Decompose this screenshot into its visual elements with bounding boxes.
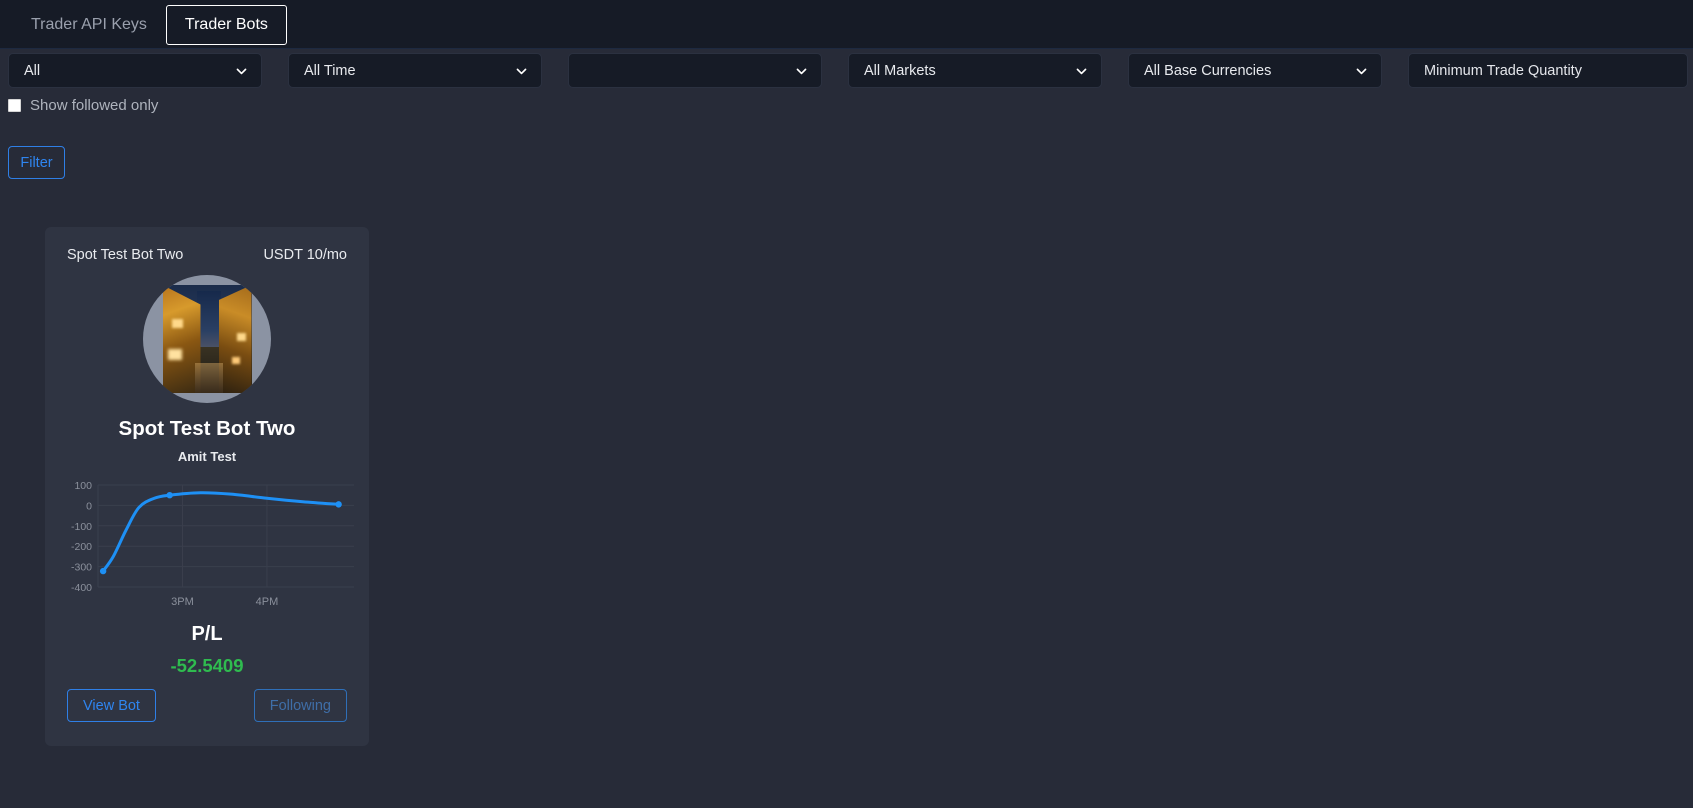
svg-text:-300: -300 (71, 562, 92, 574)
tab-label: Trader Bots (184, 16, 268, 33)
view-bot-button[interactable]: View Bot (67, 689, 156, 722)
svg-text:3PM: 3PM (171, 596, 194, 608)
svg-text:-200: -200 (71, 541, 92, 553)
chevron-down-icon (1075, 64, 1088, 77)
show-followed-only-label: Show followed only (30, 97, 159, 114)
pl-value: -52.5409 (170, 655, 244, 676)
filter-button[interactable]: Filter (8, 146, 65, 179)
svg-text:-400: -400 (71, 582, 92, 594)
time-range-select[interactable]: All Time (288, 53, 542, 88)
avatar-light-glow (236, 333, 246, 341)
type-select[interactable]: All (8, 53, 262, 88)
bot-card-price: USDT 10/mo (263, 247, 347, 263)
tab-trader-bots[interactable]: Trader Bots (165, 5, 287, 45)
show-followed-only-checkbox[interactable] (8, 99, 21, 112)
svg-text:0: 0 (86, 500, 92, 512)
avatar (143, 275, 271, 403)
chevron-down-icon (235, 64, 248, 77)
page-root: Trader API Keys Trader Bots All All Time (0, 0, 1693, 808)
show-followed-only-row[interactable]: Show followed only (8, 97, 158, 114)
type-select-value: All (24, 62, 41, 79)
bot-name: Spot Test Bot Two (118, 417, 296, 440)
chevron-down-icon (1355, 64, 1368, 77)
avatar-light-glow (231, 357, 240, 364)
exchange-select[interactable] (568, 53, 822, 88)
avatar-right-buildings (218, 285, 252, 393)
pl-chart: 100 0 -100 -200 -300 -400 3PM 4PM (56, 477, 358, 617)
base-currency-select-value: All Base Currencies (1144, 62, 1272, 79)
bot-owner: Amit Test (177, 449, 237, 464)
following-button[interactable]: Following (253, 689, 347, 722)
pl-label: P/L (191, 623, 223, 645)
svg-text:-100: -100 (71, 521, 92, 533)
svg-text:4PM: 4PM (256, 596, 279, 608)
pl-chart-svg: 100 0 -100 -200 -300 -400 3PM 4PM (71, 480, 354, 608)
avatar-image (162, 285, 252, 393)
bot-card-actions: View Bot Following (67, 689, 347, 722)
chevron-down-icon (795, 64, 808, 77)
chevron-down-icon (515, 64, 528, 77)
min-trade-quantity-field[interactable]: Minimum Trade Quantity (1408, 53, 1688, 88)
bot-card-header-name: Spot Test Bot Two (67, 247, 184, 263)
bot-card[interactable]: Spot Test Bot Two USDT 10/mo Spot Test B… (45, 227, 369, 746)
svg-text:100: 100 (74, 480, 92, 492)
avatar-street (194, 363, 223, 393)
time-range-select-value: All Time (304, 62, 356, 79)
avatar-light-glow (171, 319, 183, 328)
base-currency-select[interactable]: All Base Currencies (1128, 53, 1382, 88)
bot-card-header: Spot Test Bot Two USDT 10/mo (45, 247, 369, 263)
tab-bar: Trader API Keys Trader Bots (0, 0, 1693, 49)
tab-bar-underline (0, 48, 1693, 49)
markets-select-value: All Markets (864, 62, 936, 79)
avatar-light-glow (167, 349, 182, 360)
tab-trader-api-keys[interactable]: Trader API Keys (12, 5, 166, 45)
filter-toolbar: All All Time All Markets All Base Curren… (0, 53, 1693, 89)
min-trade-quantity-placeholder: Minimum Trade Quantity (1424, 62, 1582, 79)
markets-select[interactable]: All Markets (848, 53, 1102, 88)
tab-label: Trader API Keys (31, 16, 147, 33)
